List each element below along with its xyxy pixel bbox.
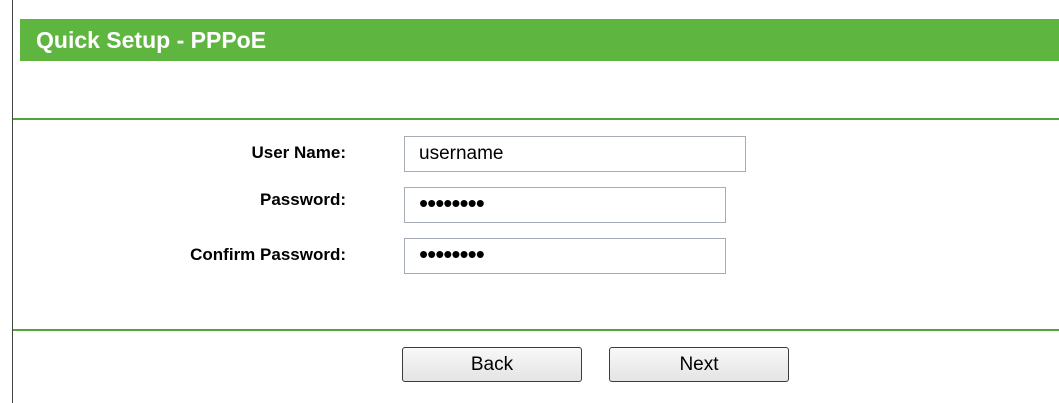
username-label: User Name:: [251, 143, 347, 162]
next-button[interactable]: Next: [609, 347, 789, 382]
password-input[interactable]: ••••••••: [404, 187, 726, 223]
top-divider: [13, 118, 1059, 120]
confirm-password-input[interactable]: ••••••••: [404, 238, 726, 274]
username-input[interactable]: [404, 136, 746, 172]
confirm-password-label: Confirm Password:: [190, 245, 346, 264]
page-title: Quick Setup - PPPoE: [20, 19, 1059, 61]
password-label: Password:: [260, 190, 346, 209]
bottom-divider: [13, 329, 1059, 331]
back-button[interactable]: Back: [402, 347, 582, 382]
